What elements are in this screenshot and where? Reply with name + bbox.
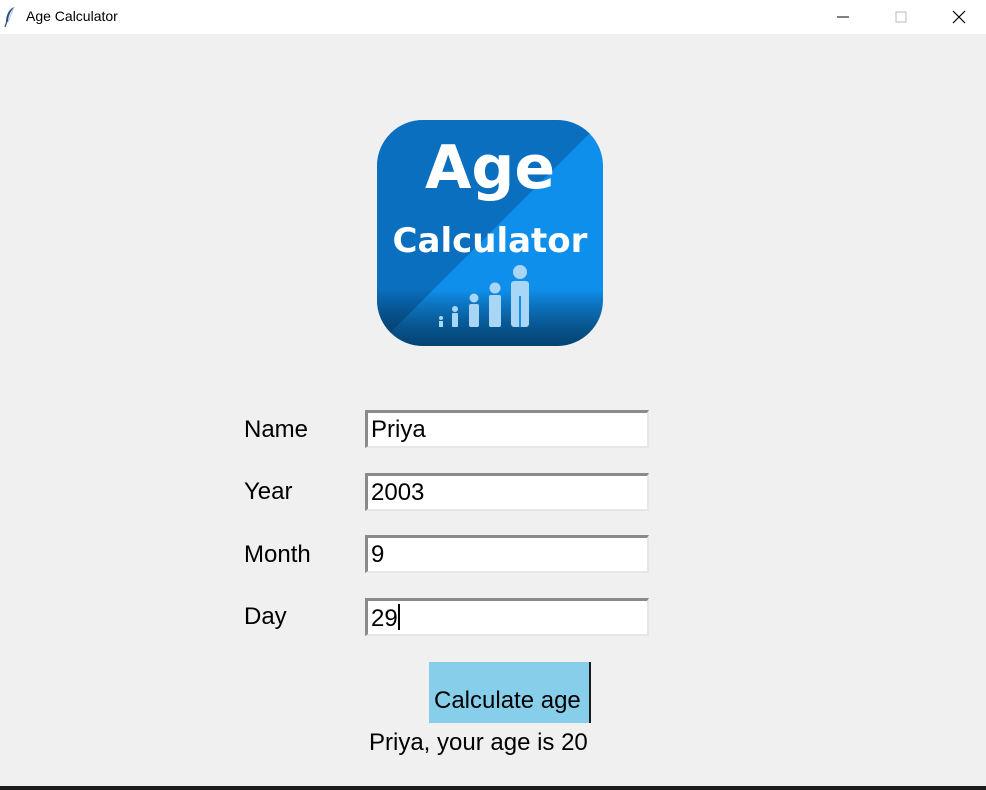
month-label: Month bbox=[244, 541, 311, 568]
close-icon bbox=[952, 10, 966, 24]
window-title: Age Calculator bbox=[26, 8, 118, 24]
day-field[interactable]: 29 bbox=[365, 598, 649, 636]
age-calculator-logo: Age Calculator bbox=[377, 120, 603, 346]
day-label: Day bbox=[244, 603, 287, 630]
name-field[interactable]: Priya bbox=[365, 410, 649, 448]
window-bottom-border bbox=[0, 786, 986, 790]
minimize-icon bbox=[837, 16, 849, 18]
name-label: Name bbox=[244, 416, 309, 443]
year-label: Year bbox=[244, 478, 293, 505]
logo-title-age: Age bbox=[425, 133, 555, 203]
feather-icon bbox=[4, 6, 15, 28]
age-result: Priya, your age is 20 bbox=[369, 729, 588, 756]
day-field-value: 29 bbox=[371, 605, 398, 632]
calculate-age-button[interactable]: Calculate age bbox=[429, 662, 591, 723]
title-bar: Age Calculator bbox=[0, 0, 986, 34]
maximize-icon bbox=[895, 11, 907, 23]
year-field[interactable]: 2003 bbox=[365, 473, 649, 511]
maximize-button[interactable] bbox=[872, 0, 930, 34]
app-window: Age Calculator Age Calculator Name Priya… bbox=[0, 0, 986, 790]
minimize-button[interactable] bbox=[814, 0, 872, 34]
close-button[interactable] bbox=[930, 0, 986, 34]
logo-title-calculator: Calculator bbox=[393, 221, 588, 261]
month-field[interactable]: 9 bbox=[365, 535, 649, 573]
text-caret bbox=[397, 604, 400, 630]
